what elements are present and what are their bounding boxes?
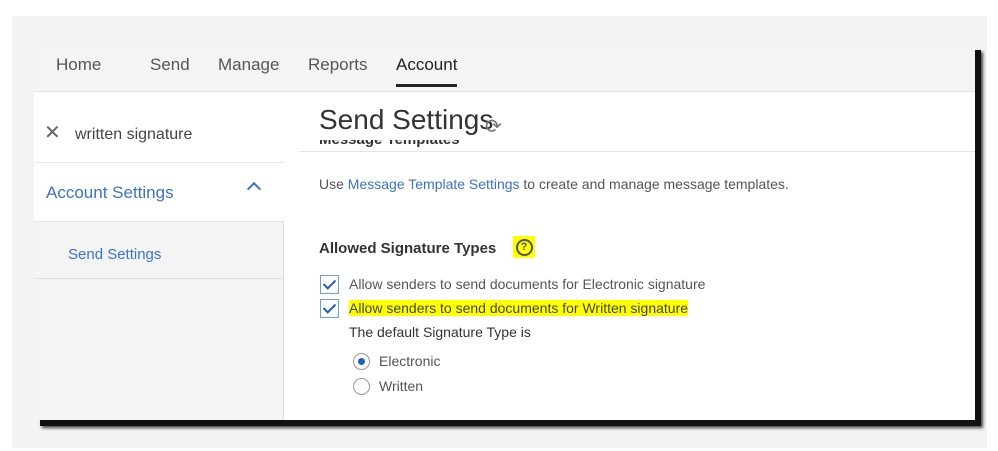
section-label: Account Settings: [46, 183, 174, 202]
top-nav: Home Send Manage Reports Account: [34, 44, 975, 92]
refresh-icon[interactable]: ⟳: [485, 114, 502, 139]
checkbox-label: Allow senders to send documents for Elec…: [349, 276, 706, 292]
radio-label: Written: [379, 378, 424, 394]
checkbox-label: Allow senders to send documents for Writ…: [349, 300, 689, 316]
radio-electronic[interactable]: [353, 353, 370, 370]
sidebar-item-send-settings[interactable]: Send Settings: [68, 246, 161, 263]
written-signature-checkbox[interactable]: [320, 299, 339, 318]
radio-written[interactable]: [353, 378, 370, 395]
radio-label: Electronic: [379, 353, 441, 369]
clear-search-icon[interactable]: ✕: [44, 120, 61, 145]
electronic-signature-checkbox[interactable]: [320, 275, 339, 294]
chevron-up-icon[interactable]: [246, 181, 262, 197]
app-window: Home Send Manage Reports Account ✕ writt…: [34, 44, 975, 420]
sidebar-section-account-settings[interactable]: Account Settings: [34, 163, 284, 222]
message-template-settings-link[interactable]: Message Template Settings: [348, 176, 520, 192]
tab-send[interactable]: Send: [150, 55, 190, 75]
section-heading-message-templates: Message Templates: [319, 140, 460, 148]
default-type-label: The default Signature Type is: [349, 324, 531, 340]
tab-reports[interactable]: Reports: [308, 55, 368, 75]
sidebar: ✕ written signature Account Settings Sen…: [34, 104, 284, 420]
tab-home[interactable]: Home: [56, 55, 101, 75]
main-panel: Send Settings ⟳ Message Templates Use Me…: [285, 92, 975, 420]
search-input[interactable]: written signature: [75, 126, 192, 144]
tab-account[interactable]: Account: [396, 55, 458, 87]
message-templates-description: Use Message Template Settings to create …: [319, 176, 789, 192]
page-title: Send Settings: [319, 104, 494, 135]
divider: [299, 151, 975, 152]
allowed-signature-types-heading: Allowed Signature Types: [319, 240, 497, 257]
tab-manage[interactable]: Manage: [218, 55, 279, 75]
search-box[interactable]: ✕ written signature: [34, 104, 284, 163]
help-button[interactable]: ?: [513, 236, 535, 258]
help-icon: ?: [515, 238, 533, 256]
divider: [34, 278, 284, 279]
